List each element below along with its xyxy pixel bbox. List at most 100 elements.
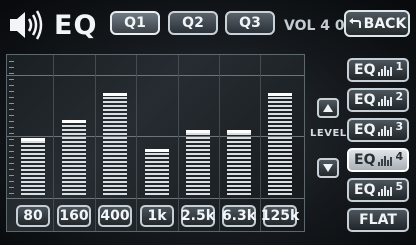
eq-band-slider-400[interactable] [103, 93, 127, 195]
eq-bar-segment [21, 169, 45, 171]
arrow-up-icon [323, 104, 333, 112]
eq-bar-segment [268, 97, 292, 99]
arrow-down-icon [323, 164, 333, 172]
eq-memory-button-3[interactable]: EQ 3 [347, 118, 409, 142]
eq-band-slider-125k[interactable] [268, 93, 292, 195]
eq-bar-segment [268, 101, 292, 103]
scale-tick [9, 175, 14, 176]
eq-bar-segment [186, 149, 210, 151]
eq-bar-segment [227, 137, 251, 139]
freq-button-2.5k[interactable]: 2.5k [181, 205, 215, 227]
eq-bar-segment [62, 157, 86, 159]
back-label: BACK [363, 15, 407, 32]
eq-bar-segment [103, 101, 127, 103]
eq-bar-segment [103, 169, 127, 171]
eq-bar-segment [103, 141, 127, 143]
eq-bar-segment [145, 189, 169, 191]
eq-screen: EQ Q1 Q2 Q3 VOL 4 0 BACK 80 160 400 1k 2.5k 6… [0, 0, 416, 245]
eq-band-slider-160[interactable] [62, 120, 86, 195]
eq-memory-number: 2 [395, 89, 404, 103]
eq-graph-panel: 80 160 400 1k 2.5k 6.3k 125k [6, 54, 305, 232]
eq-bar-segment [145, 169, 169, 171]
eq-bar-segment [103, 185, 127, 187]
back-button[interactable]: BACK [344, 10, 410, 37]
flat-button[interactable]: FLAT [347, 208, 409, 232]
eq-bar-segment [268, 109, 292, 111]
scale-tick [9, 79, 14, 80]
freq-button-1k[interactable]: 1k [140, 205, 174, 227]
freq-button-400[interactable]: 400 [98, 205, 132, 227]
eq-bar-segment [103, 97, 127, 99]
eq-bar-segment [227, 149, 251, 151]
eq-bar-segment [103, 153, 127, 155]
eq-bar-segment [268, 125, 292, 127]
eq-bar-segment [268, 181, 292, 183]
scale-tick [9, 145, 14, 146]
eq-bar-segment [62, 165, 86, 167]
freq-button-80[interactable]: 80 [16, 205, 50, 227]
scale-tick [9, 115, 14, 116]
level-label: LEVEL [310, 128, 347, 139]
eq-memory-number: 1 [395, 59, 404, 73]
freq-button-125k[interactable]: 125k [261, 205, 299, 227]
eq-bar-segment [268, 153, 292, 155]
eq-bar-segment [268, 117, 292, 119]
eq-bar-segment [103, 105, 127, 107]
eq-memory-number: 3 [395, 119, 404, 133]
eq-bar-segment [103, 145, 127, 147]
eq-bar-segment [186, 185, 210, 187]
eq-bar-segment [227, 133, 251, 135]
preset-q2-button[interactable]: Q2 [168, 11, 218, 35]
freq-button-160[interactable]: 160 [57, 205, 91, 227]
scale-tick [9, 85, 14, 86]
eq-bar-segment [145, 177, 169, 179]
eq-bar-segment [145, 181, 169, 183]
page-title: EQ [54, 9, 98, 41]
eq-memory-button-4[interactable]: EQ 4 [347, 148, 409, 172]
level-down-button[interactable] [317, 158, 339, 178]
eq-bar-segment [103, 173, 127, 175]
freq-label: 6.3k [221, 208, 257, 224]
eq-bar-segment [227, 181, 251, 183]
eq-bar-segment [186, 177, 210, 179]
eq-bar-cap [227, 130, 251, 133]
eq-band-slider-2.5k[interactable] [186, 130, 210, 195]
eq-bar-segment [103, 125, 127, 127]
scale-tick [9, 67, 14, 68]
eq-bar-cap [186, 130, 210, 133]
eq-band-slider-1k[interactable] [145, 149, 169, 195]
header: EQ Q1 Q2 Q3 VOL 4 0 BACK [0, 0, 416, 50]
eq-band-slider-80[interactable] [21, 138, 45, 195]
freq-button-6.3k[interactable]: 6.3k [222, 205, 256, 227]
eq-bar-segment [268, 169, 292, 171]
preset-q3-button[interactable]: Q3 [225, 11, 275, 35]
eq-bar-segment [21, 177, 45, 179]
eq-bar-cap [21, 138, 45, 141]
eq-bar-segment [268, 137, 292, 139]
eq-bar-segment [145, 193, 169, 195]
preset-q1-button[interactable]: Q1 [110, 11, 160, 35]
scale-tick [9, 121, 14, 122]
eq-bar-segment [62, 189, 86, 191]
eq-bar-segment [186, 181, 210, 183]
mini-eq-icon [378, 126, 393, 136]
eq-bar-segment [62, 177, 86, 179]
eq-memory-button-1[interactable]: EQ 1 [347, 58, 409, 82]
eq-memory-button-5[interactable]: EQ 5 [347, 178, 409, 202]
eq-memory-button-2[interactable]: EQ 2 [347, 88, 409, 112]
eq-bar-segment [21, 185, 45, 187]
eq-band-slider-6.3k[interactable] [227, 130, 251, 195]
grid-line-vertical [260, 55, 261, 231]
eq-bar-segment [227, 153, 251, 155]
eq-bar-segment [62, 153, 86, 155]
eq-bar-segment [186, 137, 210, 139]
eq-bar-segment [186, 153, 210, 155]
eq-bar-segment [227, 145, 251, 147]
mini-eq-icon [378, 96, 393, 106]
eq-bar-segment [268, 161, 292, 163]
scale-tick [9, 61, 14, 62]
freq-label: 160 [59, 208, 89, 224]
mini-eq-icon [378, 156, 393, 166]
level-up-button[interactable] [317, 98, 339, 118]
eq-bar-segment [186, 133, 210, 135]
